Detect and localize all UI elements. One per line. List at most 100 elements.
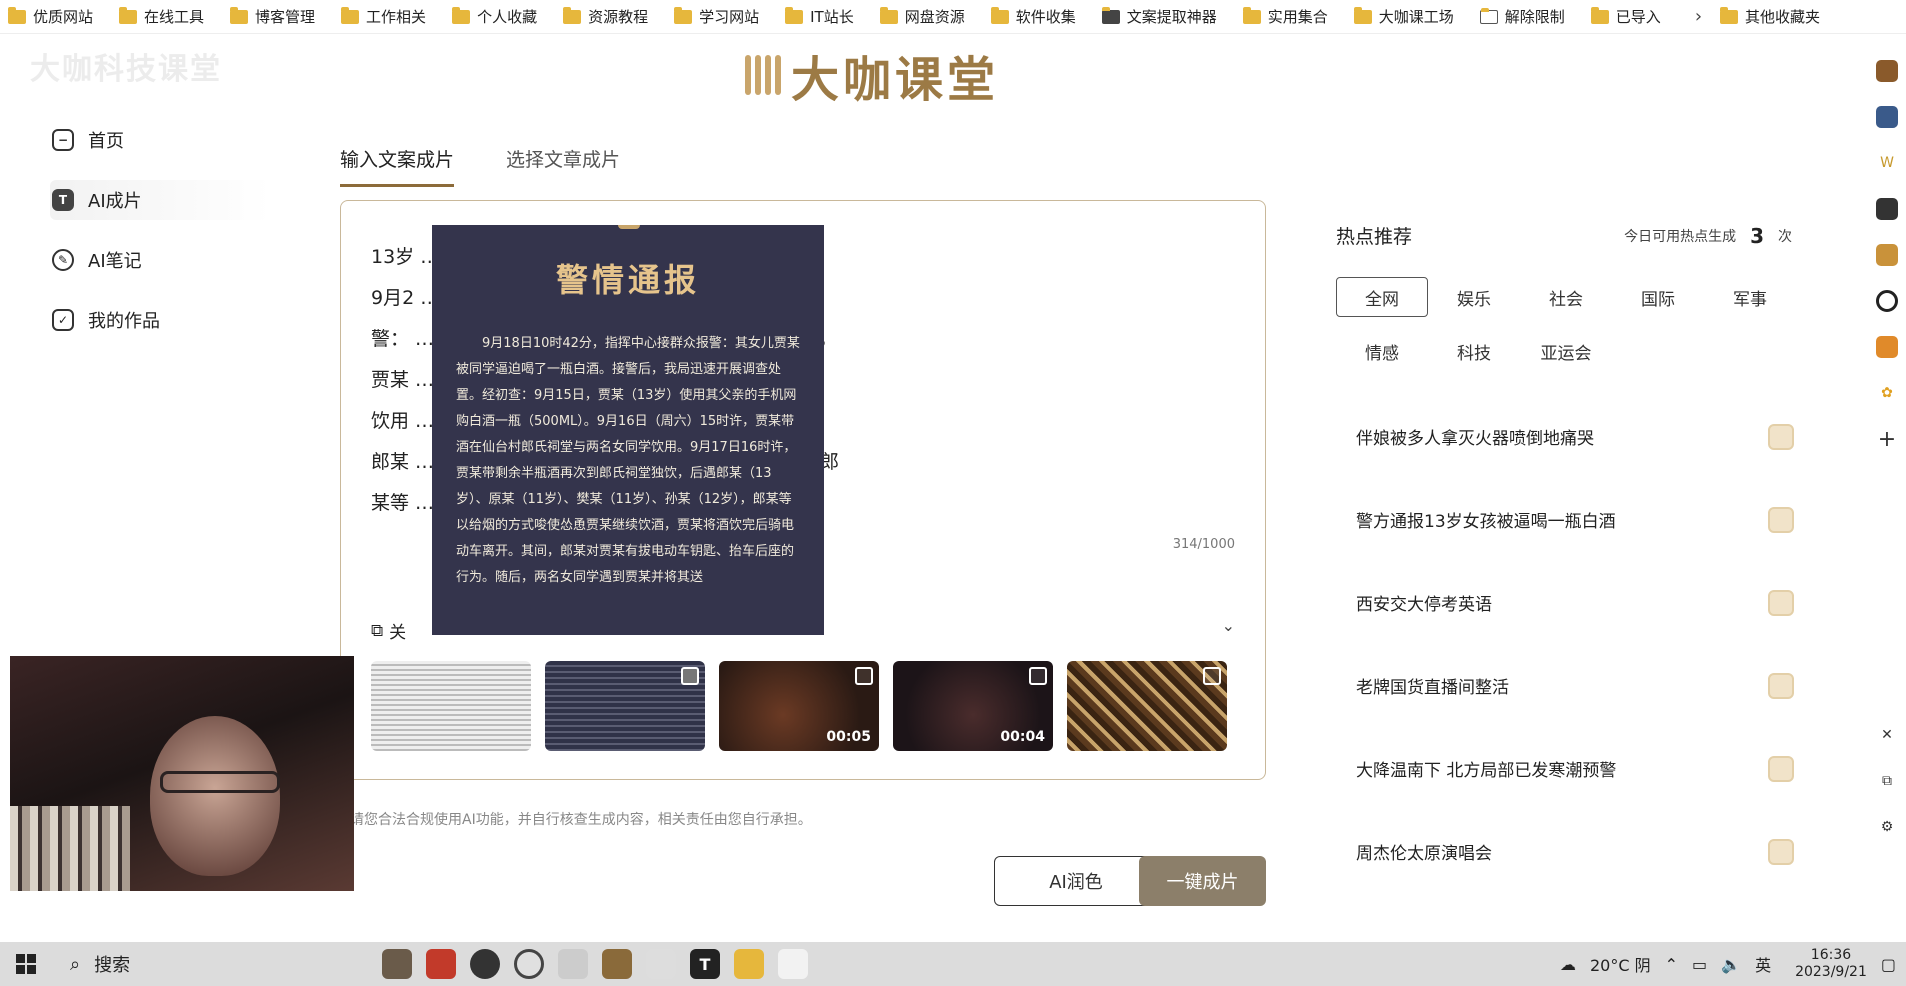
checkbox[interactable]: [1029, 667, 1047, 685]
ime-indicator[interactable]: 英: [1755, 952, 1771, 976]
browser-icon[interactable]: [514, 949, 544, 979]
checkbox[interactable]: [1203, 667, 1221, 685]
search-app-icon[interactable]: [1876, 244, 1898, 266]
sidebar-item-ai-notes[interactable]: ✎ AI笔记: [50, 240, 270, 280]
folder-icon: [785, 6, 804, 24]
game-icon[interactable]: [1876, 198, 1898, 220]
app-icon: [1101, 6, 1120, 24]
generate-video-button[interactable]: 一键成片: [1139, 856, 1266, 906]
w-icon[interactable]: W: [1876, 152, 1898, 174]
char-counter: 314/1000: [1172, 537, 1235, 552]
weather-text[interactable]: 20°C 阴: [1590, 952, 1651, 976]
topic-item[interactable]: 伴娘被多人拿灭火器喷倒地痛哭: [1336, 395, 1796, 478]
clock[interactable]: 16:36 2023/9/21: [1795, 947, 1867, 981]
bookmark-folder[interactable]: 在线工具: [119, 6, 204, 27]
topic-item[interactable]: 警方通报13岁女孩被逼喝一瓶白酒: [1336, 478, 1796, 561]
taskbar-app-icon[interactable]: [646, 949, 676, 979]
generate-icon[interactable]: [1768, 672, 1794, 699]
checkbox[interactable]: [855, 667, 873, 685]
chevron-up-icon[interactable]: ⌃: [1665, 955, 1678, 974]
bookmarks-bar: 优质网站 在线工具 博客管理 工作相关 个人收藏 资源教程 学习网站 IT站长 …: [0, 0, 1906, 34]
site-logo[interactable]: 大咖课堂: [745, 40, 999, 110]
bookmark-folder[interactable]: 软件收集: [990, 6, 1076, 27]
sidebar-item-ai-video[interactable]: T AI成片: [50, 180, 270, 220]
cube-icon[interactable]: [1876, 336, 1898, 358]
category-tech[interactable]: 科技: [1428, 331, 1520, 371]
extension-icon[interactable]: [1876, 106, 1898, 128]
category-filter: 全网 娱乐 社会 国际 军事 情感 科技 亚运会: [1336, 277, 1796, 385]
topic-item[interactable]: 老牌国货直播间整活: [1336, 644, 1796, 727]
generate-icon[interactable]: [1768, 423, 1794, 450]
settings-icon[interactable]: ⚙: [1876, 816, 1898, 838]
topic-item[interactable]: 大降温南下 北方局部已发寒潮预警: [1336, 727, 1796, 810]
taskbar: ⌕ 搜索 T ☁ 20°C 阴 ⌃ ▭ 🔈 英 16:36 2023/9/21 …: [0, 942, 1906, 986]
taskbar-app-icon[interactable]: [602, 949, 632, 979]
sidebar: − 首页 T AI成片 ✎ AI笔记 ✓ 我的作品: [50, 120, 270, 360]
bookmark-folder[interactable]: 学习网站: [674, 6, 759, 27]
disclaimer-text: 请您合法合规使用AI功能，并自行核查生成内容，相关责任由您自行承担。: [350, 812, 812, 828]
bookmark-link[interactable]: 文案提取神器: [1101, 6, 1217, 27]
video-duration: 00:04: [1000, 729, 1045, 745]
media-thumbnail[interactable]: 00:05: [719, 661, 879, 751]
folder-icon: [1720, 6, 1739, 24]
category-entertainment[interactable]: 娱乐: [1428, 277, 1520, 317]
bookmark-folder[interactable]: 大咖课工场: [1353, 6, 1454, 27]
category-asian-games[interactable]: 亚运会: [1520, 331, 1612, 371]
bookmark-folder-more[interactable]: 其他收藏夹: [1720, 6, 1820, 27]
media-thumbnail[interactable]: [1067, 661, 1227, 751]
generate-icon[interactable]: [1768, 589, 1794, 616]
taskbar-app-icon[interactable]: [382, 949, 412, 979]
close-panel-icon[interactable]: ✕: [1876, 724, 1898, 746]
generate-icon[interactable]: [1768, 838, 1794, 865]
network-icon[interactable]: ▭: [1692, 955, 1707, 974]
add-icon[interactable]: +: [1876, 427, 1898, 452]
bookmark-folder[interactable]: 网盘资源: [879, 6, 965, 27]
category-emotion[interactable]: 情感: [1336, 331, 1428, 371]
media-thumbnail[interactable]: 00:04: [893, 661, 1053, 751]
browser-beta-icon[interactable]: [470, 949, 500, 979]
bookmark-folder[interactable]: 博客管理: [230, 6, 315, 27]
toolbox-icon[interactable]: [1876, 60, 1898, 82]
sidebar-item-home[interactable]: − 首页: [50, 120, 270, 160]
bookmark-folder[interactable]: IT站长: [785, 6, 854, 27]
category-international[interactable]: 国际: [1612, 277, 1704, 317]
tab-input-text[interactable]: 输入文案成片: [340, 145, 455, 187]
topic-item[interactable]: 西安交大停考英语: [1336, 561, 1796, 644]
watermark: 大咖科技课堂: [30, 52, 222, 87]
chevron-right-icon[interactable]: ›: [1695, 6, 1702, 27]
generate-icon[interactable]: [1768, 506, 1794, 533]
notification-icon[interactable]: ▢: [1881, 955, 1896, 974]
media-thumbnail[interactable]: [545, 661, 705, 751]
gear-app-icon[interactable]: ✿: [1876, 382, 1898, 404]
bookmark-folder[interactable]: 实用集合: [1242, 6, 1328, 27]
t-app-icon[interactable]: T: [690, 949, 720, 979]
category-military[interactable]: 军事: [1704, 277, 1796, 317]
category-all[interactable]: 全网: [1336, 277, 1428, 317]
windows-start-icon[interactable]: [0, 942, 52, 986]
taskbar-search[interactable]: ⌕ 搜索: [52, 942, 322, 986]
expand-icon[interactable]: ⧉: [1876, 770, 1898, 792]
folder-icon: [1242, 6, 1261, 24]
taskbar-app-icon[interactable]: [778, 949, 808, 979]
bookmark-folder[interactable]: 已导入: [1590, 6, 1661, 27]
ai-polish-button[interactable]: AI润色: [994, 856, 1158, 906]
generate-icon[interactable]: [1768, 755, 1794, 782]
checkbox[interactable]: [681, 667, 699, 685]
tab-select-article[interactable]: 选择文章成片: [506, 145, 620, 187]
bookmark-folder[interactable]: 工作相关: [341, 6, 426, 27]
bookmark-folder[interactable]: 个人收藏: [452, 6, 537, 27]
topic-item[interactable]: 周杰伦太原演唱会: [1336, 810, 1796, 893]
bookmark-folder[interactable]: 资源教程: [563, 6, 648, 27]
folder-icon: [990, 6, 1009, 24]
circle-app-icon[interactable]: [1876, 290, 1898, 312]
bookmark-folder[interactable]: 优质网站: [8, 6, 93, 27]
category-society[interactable]: 社会: [1520, 277, 1612, 317]
file-explorer-icon[interactable]: [734, 949, 764, 979]
volume-icon[interactable]: 🔈: [1721, 955, 1741, 974]
bookmark-link[interactable]: 解除限制: [1479, 6, 1565, 27]
sidebar-item-my-works[interactable]: ✓ 我的作品: [50, 300, 270, 340]
notepad-icon[interactable]: [558, 949, 588, 979]
chevron-down-icon[interactable]: ⌄: [1222, 616, 1235, 635]
media-thumbnail[interactable]: [371, 661, 531, 751]
taskbar-app-icon[interactable]: [426, 949, 456, 979]
